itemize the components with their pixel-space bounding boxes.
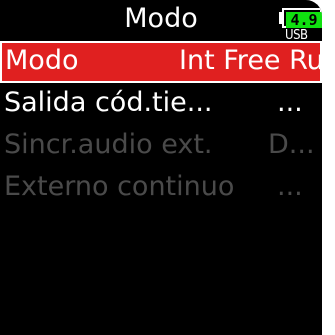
header-bar: Modo 4.9 USB [0, 0, 322, 43]
menu-item-value: ... [277, 87, 303, 118]
menu-item-salida-cod-tiempo[interactable]: Salida cód.tie... ... [0, 83, 322, 125]
page-title: Modo [124, 3, 198, 34]
battery-icon: 4.9 [279, 8, 322, 29]
menu-list: Modo Int Free Run Salida cód.tie... ... … [0, 41, 322, 209]
menu-item-label: Modo [5, 45, 79, 76]
menu-item-label: Externo continuo [4, 171, 235, 202]
menu-item-label: Salida cód.tie... [4, 87, 213, 118]
menu-item-value: Int Free Run [179, 45, 322, 76]
menu-item-sincr-audio-ext: Sincr.audio ext. D... [0, 125, 322, 167]
lcd-display: Modo 4.9 USB Modo Int Free Run Salida có… [0, 0, 322, 335]
battery-level-text: 4.9 [290, 11, 318, 29]
menu-item-label: Sincr.audio ext. [4, 129, 213, 160]
menu-item-modo[interactable]: Modo Int Free Run [0, 41, 322, 83]
device-screen: Modo 4.9 USB Modo Int Free Run Salida có… [0, 0, 335, 335]
menu-item-value: ... [277, 171, 303, 202]
menu-item-value: D... [268, 129, 315, 160]
battery-body: 4.9 [282, 8, 322, 29]
menu-item-externo-continuo: Externo continuo ... [0, 167, 322, 209]
